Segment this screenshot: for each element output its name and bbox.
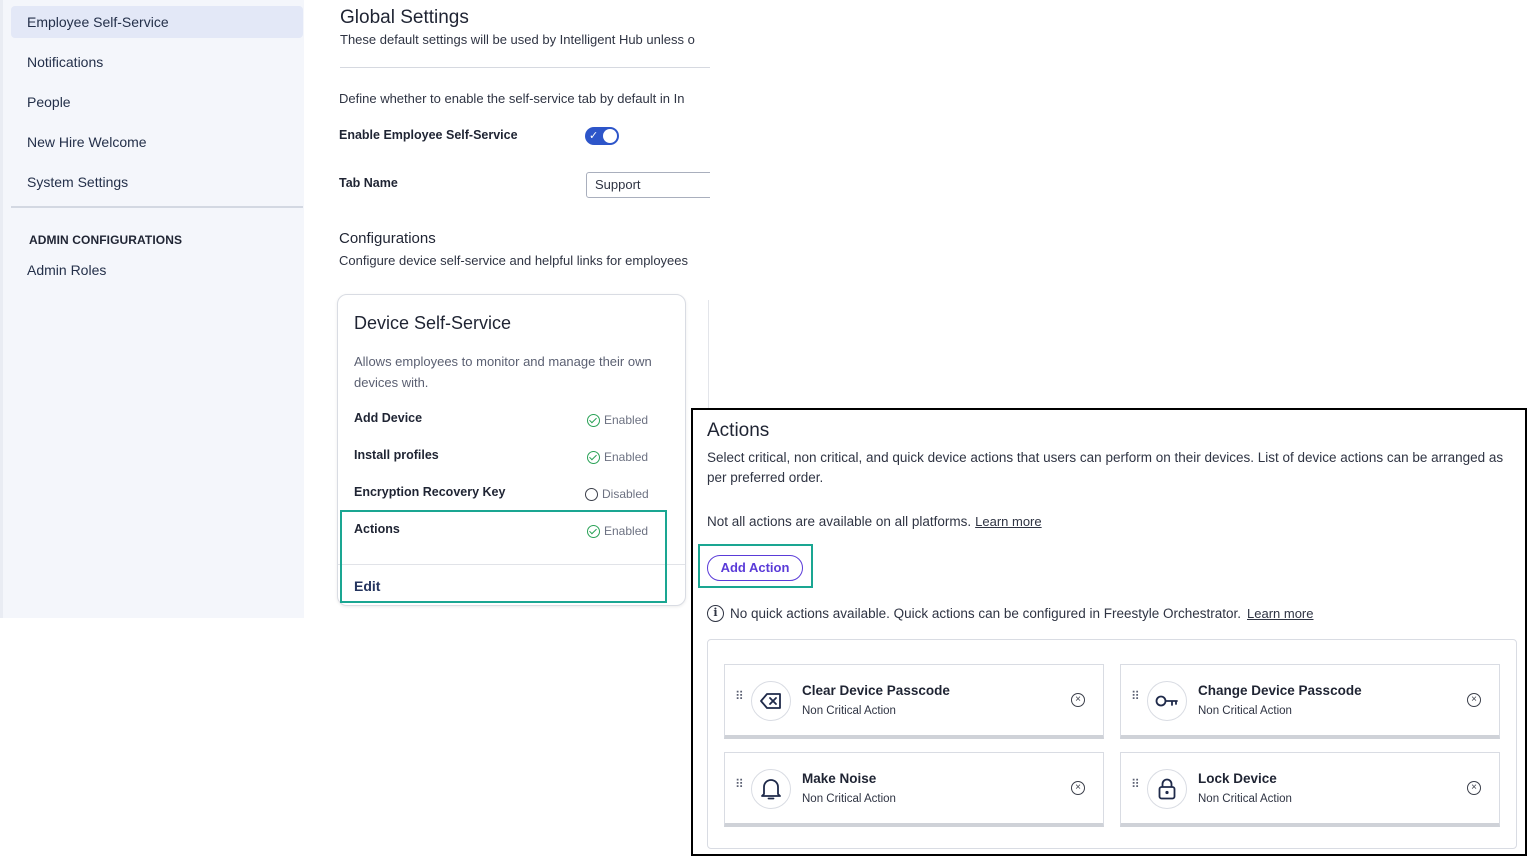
key-icon [1147,681,1187,721]
sidebar-item-system-settings[interactable]: System Settings [11,166,303,198]
check-icon: ✓ [589,130,599,142]
disabled-circle-icon [585,487,598,501]
action-type: Non Critical Action [802,793,896,805]
remove-icon[interactable]: × [1071,693,1085,707]
tab-name-input[interactable]: Support [586,172,710,198]
actions-panel: Actions Select critical, non critical, a… [691,408,1527,856]
add-action-button[interactable]: Add Action [707,555,803,581]
action-card-change-device-passcode[interactable]: ⠿ Change Device Passcode Non Critical Ac… [1120,664,1500,739]
action-type: Non Critical Action [802,705,896,717]
action-card-clear-device-passcode[interactable]: ⠿ Clear Device Passcode Non Critical Act… [724,664,1104,739]
card-description: Allows employees to monitor and manage t… [354,354,652,390]
lock-icon [1147,769,1187,809]
action-name: Make Noise [802,771,877,786]
row-status-add-device: Enabled [587,413,648,427]
clear-passcode-icon [751,681,791,721]
actions-grid: ⠿ Clear Device Passcode Non Critical Act… [707,639,1517,849]
action-card-lock-device[interactable]: ⠿ Lock Device Non Critical Action × [1120,752,1500,827]
drag-handle-icon[interactable]: ⠿ [1131,690,1140,702]
actions-title: Actions [707,420,770,441]
drag-handle-icon[interactable]: ⠿ [735,778,744,790]
card-title: Device Self-Service [354,313,512,333]
action-card-make-noise[interactable]: ⠿ Make Noise Non Critical Action × [724,752,1104,827]
sidebar-item-admin-roles[interactable]: Admin Roles [11,254,303,286]
sidebar-item-employee-self-service[interactable]: Employee Self-Service [11,6,303,38]
enable-label: Enable Employee Self-Service [339,128,518,142]
sidebar-item-people[interactable]: People [11,86,303,118]
quick-actions-info-text: No quick actions available. Quick action… [730,606,1242,621]
enable-self-service-toggle[interactable]: ✓ [585,127,619,145]
status-text: Disabled [602,487,649,501]
learn-more-link[interactable]: Learn more [1247,606,1313,621]
toggle-knob [603,129,617,143]
action-type: Non Critical Action [1198,705,1292,717]
remove-icon[interactable]: × [1071,781,1085,795]
row-status-encryption-recovery-key: Disabled [585,487,649,501]
sidebar-heading-admin: ADMIN CONFIGURATIONS [29,233,183,247]
remove-icon[interactable]: × [1467,693,1481,707]
status-text: Enabled [604,413,649,427]
section-divider [340,67,710,68]
enabled-check-icon [587,413,600,427]
action-name: Lock Device [1198,771,1277,786]
actions-description: Select critical, non critical, and quick… [707,450,1504,485]
drag-handle-icon[interactable]: ⠿ [1131,778,1140,790]
platform-note: Not all actions are available on all pla… [707,514,1042,529]
configurations-subtitle: Configure device self-service and helpfu… [339,253,689,268]
page-subtitle: These default settings will be used by I… [340,32,695,47]
drag-handle-icon[interactable]: ⠿ [735,690,744,702]
sidebar: Employee Self-Service Notifications Peop… [0,0,304,618]
enabled-check-icon [587,450,600,464]
page-title: Global Settings [340,7,469,28]
actions-highlight-box [340,510,667,603]
configurations-title: Configurations [339,230,436,247]
quick-actions-info: i No quick actions available. Quick acti… [707,605,1314,622]
sidebar-divider [11,206,303,208]
platform-note-text: Not all actions are available on all pla… [707,514,972,529]
action-name: Clear Device Passcode [802,683,950,698]
sidebar-item-new-hire-welcome[interactable]: New Hire Welcome [11,126,303,158]
remove-icon[interactable]: × [1467,781,1481,795]
bell-icon [751,769,791,809]
define-text: Define whether to enable the self-servic… [339,91,685,106]
action-name: Change Device Passcode [1198,683,1362,698]
row-label-install-profiles: Install profiles [354,448,439,462]
status-text: Enabled [604,450,649,464]
learn-more-link[interactable]: Learn more [975,514,1041,529]
info-icon: i [707,605,724,622]
row-label-encryption-recovery-key: Encryption Recovery Key [354,485,506,499]
tab-name-label: Tab Name [339,176,398,190]
sidebar-item-notifications[interactable]: Notifications [11,46,303,78]
row-label-add-device: Add Device [354,411,423,425]
row-status-install-profiles: Enabled [587,450,648,464]
action-type: Non Critical Action [1198,793,1292,805]
